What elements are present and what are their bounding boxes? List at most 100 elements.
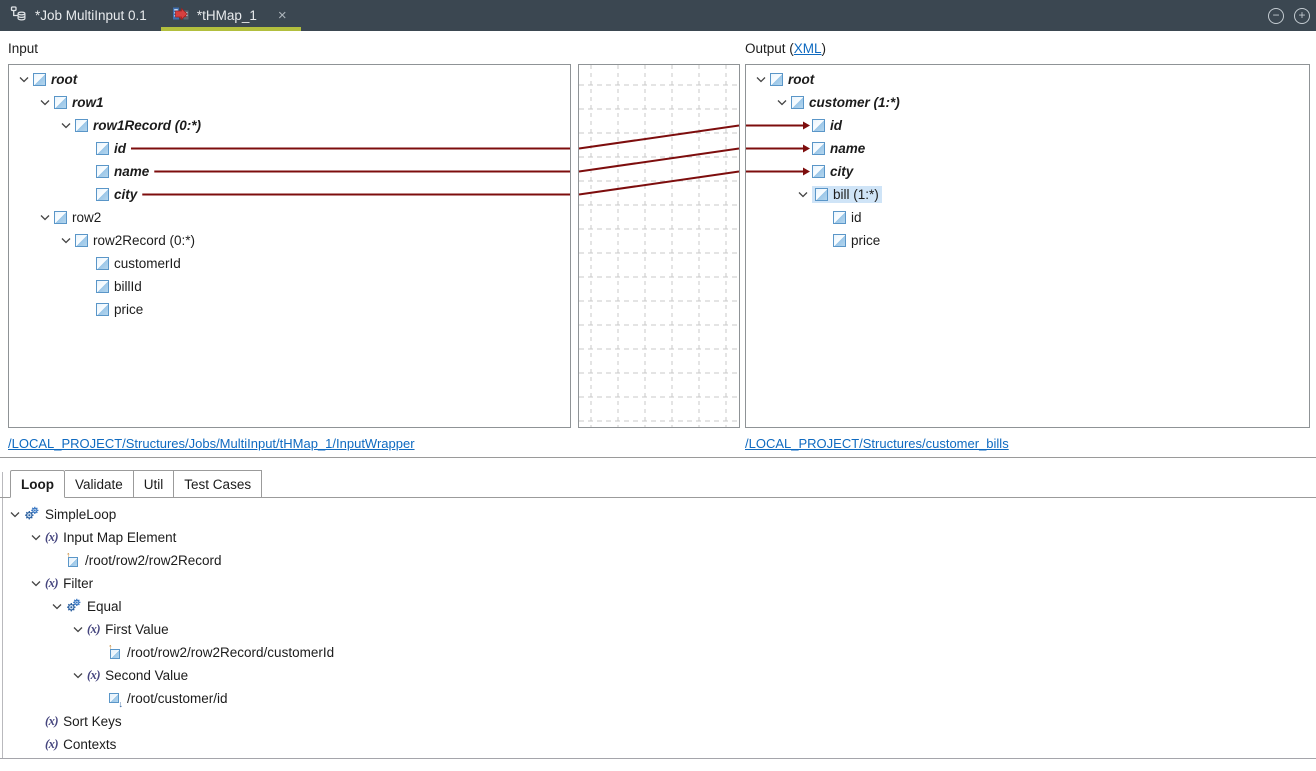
input-structure-link[interactable]: /LOCAL_PROJECT/Structures/Jobs/MultiInpu… [8,436,415,451]
chevron-down-icon[interactable] [57,122,75,129]
tree-item-label: billId [114,279,142,294]
element-icon [96,188,109,201]
tree-item-label: price [114,302,144,317]
tree-item-label: Equal [87,599,122,614]
chevron-down-icon[interactable] [69,626,87,633]
input-structure-panel: root row1 row1Record (0:*) id name city row2 ro… [8,64,571,428]
tree-item[interactable]: customerId [9,252,570,275]
tree-item-label: /root/customer/id [127,691,228,706]
tree-item-label: id [851,210,862,225]
horizontal-divider [0,457,1316,458]
element-icon [54,96,67,109]
tab-label: *tHMap_1 [196,8,257,23]
collapse-circle-icon[interactable]: − [1268,7,1284,24]
tree-item[interactable]: root [746,68,1309,91]
loop-tree: SimpleLoop (x) Input Map Element ↑ /root/row… [0,500,1310,756]
element-icon [96,257,109,270]
tree-item[interactable]: bill (1:*) [746,183,1309,206]
tree-item[interactable]: city [746,160,1309,183]
element-icon [812,165,825,178]
tree-item-label: row2Record (0:*) [93,233,196,248]
tree-item[interactable]: row2Record (0:*) [9,229,570,252]
tab-thmap-1[interactable]: *tHMap_1 × [160,0,301,31]
tab-loop[interactable]: Loop [10,470,65,498]
tree-item-label: /root/row2/row2Record/customerId [127,645,335,660]
tree-item[interactable]: (x) Sort Keys [0,710,1310,733]
tab-label: *Job MultiInput 0.1 [35,8,147,23]
tree-item[interactable]: id [746,206,1309,229]
tree-item[interactable]: (x) Second Value [0,664,1310,687]
fx-icon: (x) [45,737,59,751]
expand-circle-icon[interactable]: + [1294,7,1310,24]
chevron-down-icon[interactable] [36,214,54,221]
chevron-down-icon[interactable] [6,511,24,518]
input-panel-title: Input [8,41,39,56]
tree-item[interactable]: name [9,160,570,183]
tree-item-label: /root/row2/row2Record [85,553,222,568]
chevron-down-icon[interactable] [15,76,33,83]
tree-item[interactable]: root [9,68,570,91]
tree-item[interactable]: customer (1:*) [746,91,1309,114]
tree-item-label: id [114,141,126,156]
tree-item-label: row2 [72,210,102,225]
tree-item[interactable]: id [746,114,1309,137]
tree-item[interactable]: billId [9,275,570,298]
element-icon [96,303,109,316]
tree-item[interactable]: price [9,298,570,321]
input-tree: root row1 row1Record (0:*) id name city row2 ro… [9,65,570,321]
tab-validate[interactable]: Validate [65,470,134,497]
tree-item[interactable]: row1Record (0:*) [9,114,570,137]
input-element-icon: ↑ [66,550,80,568]
tree-item[interactable]: (x) Input Map Element [0,526,1310,549]
tree-item[interactable]: ↓ /root/customer/id [0,687,1310,710]
tab-util[interactable]: Util [133,470,175,497]
tree-item-label: SimpleLoop [45,507,117,522]
chevron-down-icon[interactable] [69,672,87,679]
element-icon [833,211,846,224]
tree-item-label: Sort Keys [63,714,122,729]
tab-test-cases[interactable]: Test Cases [174,470,263,497]
tree-item[interactable]: name [746,137,1309,160]
tree-item-label: bill (1:*) [828,186,882,203]
tree-item-label: root [51,72,78,87]
output-title-text-close: ) [821,41,827,56]
properties-panel: Loop Validate Util Test Cases SimpleLoop… [0,460,1316,759]
chevron-down-icon[interactable] [773,99,791,106]
output-structure-link[interactable]: /LOCAL_PROJECT/Structures/customer_bills [745,436,1009,451]
chevron-down-icon[interactable] [27,580,45,587]
tree-item-label: root [788,72,815,87]
mapping-canvas[interactable] [578,64,740,428]
mapping-area: Input Output (XML) root row1 row1Record (0… [0,31,1316,460]
tree-item-label: Filter [63,576,94,591]
xml-link[interactable]: XML [794,41,822,56]
tree-item[interactable]: id [9,137,570,160]
chevron-down-icon[interactable] [794,191,812,198]
tree-item[interactable]: (x) First Value [0,618,1310,641]
element-icon [833,234,846,247]
close-icon[interactable]: × [278,8,287,23]
tree-item[interactable]: SimpleLoop [0,503,1310,526]
element-icon [812,119,825,132]
element-icon [96,280,109,293]
chevron-down-icon[interactable] [27,534,45,541]
chevron-down-icon[interactable] [57,237,75,244]
output-title-text: Output ( [745,41,794,56]
chevron-down-icon[interactable] [48,603,66,610]
tab-job-multiinput[interactable]: *Job MultiInput 0.1 [0,0,161,31]
tree-item[interactable]: ↑ /root/row2/row2Record/customerId [0,641,1310,664]
bottom-tab-row: Loop Validate Util Test Cases [0,470,1316,498]
tree-item[interactable]: Equal [0,595,1310,618]
tree-item[interactable]: (x) Contexts [0,733,1310,756]
tree-item[interactable]: price [746,229,1309,252]
editor-tab-bar: *Job MultiInput 0.1 *tHMap_1 × − + [0,0,1316,31]
tree-item-label: customer (1:*) [809,95,900,110]
chevron-down-icon[interactable] [36,99,54,106]
tree-item[interactable]: ↑ /root/row2/row2Record [0,549,1310,572]
tree-item[interactable]: row1 [9,91,570,114]
chevron-down-icon[interactable] [752,76,770,83]
tree-item-label: Input Map Element [63,530,177,545]
tree-item[interactable]: row2 [9,206,570,229]
tree-item-label: city [114,187,138,202]
tree-item[interactable]: (x) Filter [0,572,1310,595]
tree-item[interactable]: city [9,183,570,206]
